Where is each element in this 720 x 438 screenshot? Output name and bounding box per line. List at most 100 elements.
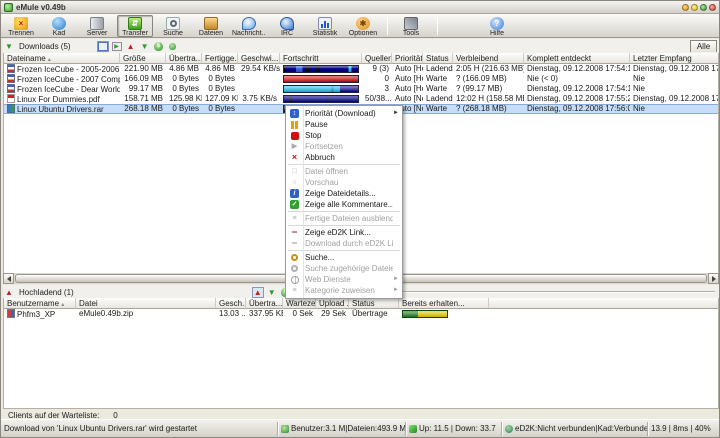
column-header-geschwindigkeit[interactable]: Geschwi... bbox=[238, 53, 280, 64]
menu-item-dateidetails[interactable]: iZeige Dateidetails... bbox=[286, 188, 402, 199]
sort-icon: ▴ bbox=[61, 302, 64, 308]
search-icon bbox=[291, 254, 298, 261]
column-header-komplett-entdeckt[interactable]: Komplett entdeckt bbox=[524, 53, 630, 64]
upload-icon: ▲ bbox=[3, 287, 15, 298]
toolbar-button-hilfe[interactable]: ?Hilfe bbox=[479, 15, 515, 37]
scroll-right-button[interactable] bbox=[708, 273, 719, 284]
sort-icon: ▴ bbox=[48, 57, 51, 63]
disconnect-icon: × bbox=[14, 17, 28, 30]
column-header-geschwindigkeit[interactable]: Gesch... bbox=[216, 298, 246, 309]
menu-item-stop[interactable]: Stop bbox=[286, 130, 402, 141]
column-header-wartezeit[interactable]: Wartezeit bbox=[283, 298, 316, 309]
column-header-letzter-empfang[interactable]: Letzter Empfang bbox=[630, 53, 718, 64]
window-maximize-button[interactable] bbox=[691, 4, 698, 11]
menu-item-ed2k-download: ∞Download durch eD2K Link(s) bbox=[286, 238, 402, 249]
messages-icon bbox=[242, 17, 256, 30]
submenu-arrow-icon: ► bbox=[393, 108, 402, 119]
status-speed: Up: 11.5 | Down: 33.7 bbox=[405, 422, 501, 436]
toolbar-button-nachrichten[interactable]: Nachricht... bbox=[231, 15, 267, 37]
column-header-fortschritt[interactable]: Fortschritt bbox=[280, 53, 362, 64]
toolbar-button-statistik[interactable]: Statistik bbox=[307, 15, 343, 37]
column-header-datei[interactable]: Datei bbox=[76, 298, 216, 309]
column-header-uebertragen[interactable]: Übertra... bbox=[246, 298, 283, 309]
column-header-verbleibend[interactable]: Verbleibend bbox=[453, 53, 524, 64]
download-row[interactable]: Linux For Dummies.pdf 158.71 MB 125.98 K… bbox=[4, 94, 718, 104]
column-header-status[interactable]: Status bbox=[423, 53, 453, 64]
scroll-right-icon bbox=[712, 276, 716, 282]
options-icon: ✱ bbox=[356, 17, 370, 30]
toolbar-button-transfer[interactable]: ⇵Transfer bbox=[117, 15, 153, 37]
moneybag-icon[interactable]: $ bbox=[153, 41, 165, 52]
menu-item-ed2k-link[interactable]: ∞Zeige eD2K Link... bbox=[286, 227, 402, 238]
window-arrow-icon[interactable]: ▶ bbox=[111, 41, 123, 52]
toolbar-label: Nachricht... bbox=[232, 30, 266, 37]
column-header-filler bbox=[489, 298, 718, 309]
toolbar-label: Hilfe bbox=[480, 30, 514, 37]
download-row[interactable]: Frozen IceCube - 2007 Compilation (2 Dis… bbox=[4, 74, 718, 84]
window-minimize-button[interactable] bbox=[682, 4, 689, 11]
status-bar: Download von 'Linux Ubuntu Drivers.rar' … bbox=[1, 419, 719, 437]
toolbar-button-dateien[interactable]: Dateien bbox=[193, 15, 229, 37]
toolbar-button-trennen[interactable]: ×Trennen bbox=[3, 15, 39, 37]
menu-item-kommentare[interactable]: ✓Zeige alle Kommentare... bbox=[286, 199, 402, 210]
column-header-uebertragen[interactable]: Übertra... bbox=[166, 53, 202, 64]
toolbar-button-kad[interactable]: Kad bbox=[41, 15, 77, 37]
download-context-menu: ↕Priorität (Download)► Pause Stop ▶Forts… bbox=[285, 105, 403, 299]
status-network: eD2K:Nicht verbunden|Kad:Verbunden bbox=[501, 422, 647, 436]
window-tray-button[interactable] bbox=[700, 4, 707, 11]
toolbar-button-optionen[interactable]: ✱Optionen bbox=[345, 15, 381, 37]
menu-item-pause[interactable]: Pause bbox=[286, 119, 402, 130]
toolbar-label: Trennen bbox=[4, 30, 38, 37]
arrow-up-icon[interactable]: ▲ bbox=[252, 287, 264, 298]
column-header-fertiggestellt[interactable]: Fertigge... bbox=[202, 53, 238, 64]
ed2k-download-icon: ∞ bbox=[290, 239, 299, 248]
arrow-down-icon[interactable]: ▼ bbox=[139, 41, 151, 52]
hide-completed-icon: ≡ bbox=[290, 214, 299, 223]
status-users: Benutzer:3.1 M|Dateien:493.9 M bbox=[277, 422, 405, 436]
ed2k-link-icon: ∞ bbox=[290, 228, 299, 237]
column-header-prioritaet[interactable]: Priorität bbox=[392, 53, 423, 64]
download-row[interactable]: Frozen IceCube - Dear World Radio.rar 99… bbox=[4, 84, 718, 94]
arrow-down-icon[interactable]: ▼ bbox=[266, 287, 278, 298]
resume-icon: ▶ bbox=[290, 142, 299, 151]
progress-bar bbox=[283, 85, 359, 93]
coins-icon[interactable] bbox=[167, 41, 179, 52]
column-header-bereits-erhalten[interactable]: Bereits erhalten... bbox=[399, 298, 489, 309]
toolbar-button-irc[interactable]: IRC bbox=[269, 15, 305, 37]
toolbar-button-suche[interactable]: Suche bbox=[155, 15, 191, 37]
column-header-groesse[interactable]: Größe bbox=[120, 53, 166, 64]
comments-icon: ✓ bbox=[290, 200, 299, 209]
main-toolbar: ×Trennen Kad Server ⇵Transfer Suche Date… bbox=[1, 14, 719, 38]
toolbar-label: Tools bbox=[394, 30, 428, 37]
menu-item-fertige-ausblenden: ≡Fertige Dateien ausblenden bbox=[286, 213, 402, 224]
column-header-status[interactable]: Status bbox=[349, 298, 399, 309]
toolbar-label: IRC bbox=[270, 30, 304, 37]
menu-item-fortsetzen: ▶Fortsetzen bbox=[286, 141, 402, 152]
preview-icon: ○ bbox=[290, 178, 299, 187]
column-header-upload[interactable]: Upload ... bbox=[316, 298, 349, 309]
column-header-quellen[interactable]: Quellen bbox=[362, 53, 392, 64]
toolbar-label: Kad bbox=[42, 30, 76, 37]
speed-icon bbox=[409, 425, 417, 433]
menu-item-abbruch[interactable]: ×Abbruch bbox=[286, 152, 402, 163]
users-icon bbox=[281, 425, 289, 433]
window-close-button[interactable] bbox=[709, 4, 716, 11]
scroll-left-button[interactable] bbox=[3, 273, 14, 284]
menu-item-prioritaet[interactable]: ↕Priorität (Download)► bbox=[286, 108, 402, 119]
progress-bar bbox=[283, 95, 359, 103]
stop-icon bbox=[291, 132, 299, 140]
toolbar-separator bbox=[387, 17, 388, 35]
menu-separator bbox=[288, 164, 400, 165]
download-row[interactable]: Frozen IceCube - 2005-2006 Compilation (… bbox=[4, 64, 718, 74]
category-tab-alle[interactable]: Alle bbox=[690, 40, 717, 52]
menu-separator bbox=[288, 250, 400, 251]
toolbar-button-server[interactable]: Server bbox=[79, 15, 115, 37]
monitor-icon[interactable] bbox=[97, 41, 109, 52]
upload-row[interactable]: Phfm3_XP eMule0.49b.zip 13.03 ... 337.95… bbox=[4, 309, 718, 319]
column-header-benutzername[interactable]: Benutzername ▴ bbox=[4, 298, 76, 309]
menu-item-datei-oeffnen: □Datei öffnen bbox=[286, 166, 402, 177]
menu-item-suche[interactable]: Suche... bbox=[286, 252, 402, 263]
toolbar-button-tools[interactable]: Tools bbox=[393, 15, 429, 37]
column-header-dateiname[interactable]: Dateiname ▴ bbox=[4, 53, 120, 64]
arrow-up-icon[interactable]: ▲ bbox=[125, 41, 137, 52]
